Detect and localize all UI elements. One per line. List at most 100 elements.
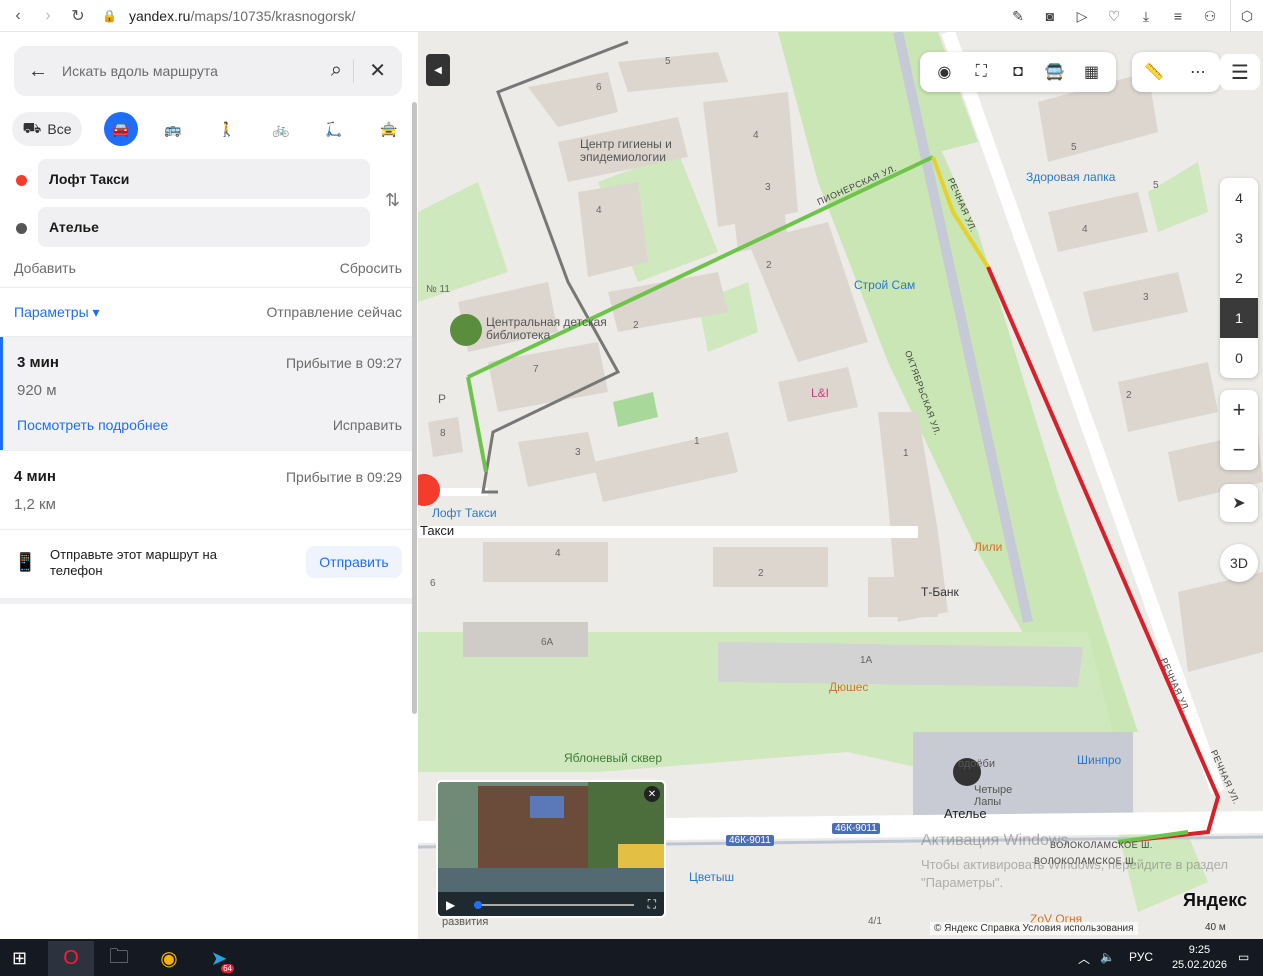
mode-all[interactable]: ⛟ Все bbox=[12, 112, 82, 146]
windows-start-icon[interactable]: ⊞ bbox=[12, 948, 27, 969]
walk-icon[interactable]: 🚶 bbox=[210, 112, 244, 146]
zoom-in-icon[interactable]: + bbox=[1220, 390, 1258, 430]
heart-icon[interactable]: ♡ bbox=[1098, 0, 1130, 32]
route-to-field[interactable]: Ателье bbox=[38, 207, 370, 247]
map-label: № 11 bbox=[426, 284, 450, 295]
layers-icon[interactable]: ▦ bbox=[1078, 62, 1106, 82]
fullscreen-icon[interactable]: ⛶ bbox=[648, 897, 656, 912]
send-button[interactable]: Отправить bbox=[306, 546, 402, 578]
box-icon[interactable]: ⬡ bbox=[1231, 0, 1263, 32]
clock[interactable]: 9:25 25.02.2026 bbox=[1172, 943, 1227, 973]
video-progress-bar[interactable] bbox=[474, 901, 634, 909]
poi-label[interactable]: Шинпро bbox=[1077, 753, 1121, 767]
ruler-icon[interactable]: 📏 bbox=[1140, 62, 1168, 82]
back-arrow-icon[interactable]: ‹ bbox=[6, 4, 30, 28]
map-footer-links[interactable]: © Яндекс Справка Условия использования bbox=[930, 922, 1138, 935]
scooter-icon[interactable]: 🛴 bbox=[317, 112, 351, 146]
route-fix-link[interactable]: Исправить bbox=[333, 417, 402, 433]
route-option-1[interactable]: 3 мин 920 м Прибытие в 09:27 Посмотреть … bbox=[0, 337, 412, 450]
route-distance: 920 м bbox=[17, 382, 57, 399]
floor-0[interactable]: 0 bbox=[1220, 338, 1258, 378]
download-icon[interactable]: ⤓ bbox=[1130, 0, 1162, 32]
close-icon[interactable]: ✕ bbox=[644, 786, 660, 802]
parameters-dropdown[interactable]: Параметры ▾ bbox=[14, 304, 100, 321]
locate-me-icon[interactable]: ➤ bbox=[1220, 484, 1258, 522]
sidebar-scrollbar[interactable] bbox=[412, 102, 417, 714]
route-details-link[interactable]: Посмотреть подробнее bbox=[17, 417, 168, 433]
toggle-3d-button[interactable]: 3D bbox=[1220, 544, 1258, 582]
library-photo-marker bbox=[450, 314, 482, 346]
map-layer-icon[interactable]: ◉ bbox=[930, 62, 958, 82]
bus-icon[interactable]: 🚌 bbox=[156, 112, 190, 146]
poi-label[interactable]: Лили bbox=[974, 540, 1002, 554]
swap-icon[interactable]: ⇅ bbox=[385, 190, 400, 211]
close-icon[interactable]: ✕ bbox=[369, 58, 386, 83]
bus-icon[interactable]: 🚍 bbox=[1041, 62, 1069, 82]
bicycle-icon[interactable]: 🚲 bbox=[264, 112, 298, 146]
opera-icon[interactable]: O bbox=[48, 941, 94, 976]
building bbox=[618, 52, 728, 92]
hamburger-menu-icon[interactable]: ☰ bbox=[1220, 54, 1260, 90]
poi-label[interactable]: Строй Сам bbox=[854, 278, 915, 292]
poi-label[interactable]: Яблоневый сквер bbox=[564, 751, 662, 765]
file-manager-icon[interactable]: 🗀 bbox=[96, 941, 142, 976]
zoom-out-icon[interactable]: − bbox=[1220, 430, 1258, 470]
poi-label: одоёби bbox=[958, 758, 995, 770]
building bbox=[1048, 192, 1148, 252]
forward-arrow-icon[interactable]: › bbox=[36, 4, 60, 28]
poi-label[interactable]: Дюшес bbox=[829, 680, 868, 694]
reload-icon[interactable]: ↻ bbox=[66, 4, 90, 28]
camera-icon[interactable]: ◘ bbox=[1004, 63, 1032, 81]
departure-time[interactable]: Отправление сейчас bbox=[267, 304, 402, 320]
poi-label[interactable]: Ателье bbox=[944, 806, 987, 821]
edit-icon[interactable]: ✎ bbox=[1002, 0, 1034, 32]
route-option-2[interactable]: 4 мин 1,2 км Прибытие в 09:29 bbox=[0, 451, 412, 529]
floor-2[interactable]: 2 bbox=[1220, 258, 1258, 298]
route-search-input[interactable] bbox=[62, 63, 312, 79]
search-icon[interactable]: ⌕ bbox=[331, 59, 342, 82]
collapse-sidebar-button[interactable]: ◀ bbox=[426, 54, 450, 86]
poi-label[interactable]: Центр гигиены и эпидемиологии bbox=[580, 138, 690, 164]
browser-toolbar: ‹ › ↻ 🔒 yandex.ru/maps/10735/krasnogorsk… bbox=[0, 0, 1263, 32]
yandex-logo: Яндекс bbox=[1183, 890, 1248, 910]
language-indicator[interactable]: РУС bbox=[1129, 950, 1153, 964]
poi-label[interactable]: Т-Банк bbox=[921, 585, 959, 599]
menu-lines-icon[interactable]: ≡ bbox=[1162, 0, 1194, 32]
address-bar[interactable]: 🔒 yandex.ru/maps/10735/krasnogorsk/ bbox=[102, 8, 355, 24]
camera-icon[interactable]: ◙ bbox=[1034, 0, 1066, 32]
route-sidebar: ← ⌕ ✕ ⛟ Все 🚘 🚌 🚶 🚲 🛴 🚖 Лофт Такси Атель… bbox=[0, 32, 418, 939]
poi-label[interactable]: Четыре Лапы bbox=[974, 784, 1034, 808]
tray-chevron-icon[interactable]: ︿ bbox=[1078, 950, 1090, 967]
panorama-video-preview[interactable]: ✕ ▶ ⛶ bbox=[436, 780, 666, 918]
floor-3[interactable]: 3 bbox=[1220, 218, 1258, 258]
map-view[interactable]: ◀ ◉ ⛶ ◘ 🚍 ▦ 📏 ⋯ ☰ 4 3 2 1 0 + − ➤ 3D Цен… bbox=[418, 32, 1263, 939]
route-from-field[interactable]: Лофт Такси bbox=[38, 159, 370, 199]
telegram-icon[interactable]: ➤ 64 bbox=[196, 941, 242, 976]
car-icon[interactable]: 🚘 bbox=[104, 112, 138, 146]
back-arrow-icon[interactable]: ← bbox=[14, 60, 62, 83]
poi-label[interactable]: Центральная детская библиотека bbox=[486, 316, 616, 342]
poi-label[interactable]: Здоровая лапка bbox=[1026, 170, 1115, 184]
chrome-icon[interactable]: ◉ bbox=[146, 941, 192, 976]
user-icon[interactable]: ⚇ bbox=[1194, 0, 1226, 32]
building bbox=[578, 182, 648, 277]
poi-label[interactable]: Лофт Такси bbox=[432, 506, 497, 520]
house-number: 7 bbox=[533, 364, 539, 375]
poi-label[interactable]: Цветыш bbox=[689, 870, 734, 884]
floor-4[interactable]: 4 bbox=[1220, 178, 1258, 218]
send-icon[interactable]: ▷ bbox=[1066, 0, 1098, 32]
taxi-icon[interactable]: 🚖 bbox=[372, 112, 406, 146]
notification-icon[interactable]: ▭ bbox=[1238, 950, 1249, 964]
house-number: 6 bbox=[430, 578, 436, 589]
sport-field bbox=[613, 392, 658, 427]
more-icon[interactable]: ⋯ bbox=[1184, 62, 1212, 82]
floor-1[interactable]: 1 bbox=[1220, 298, 1258, 338]
building bbox=[718, 642, 1083, 687]
add-point-link[interactable]: Добавить bbox=[14, 260, 76, 276]
poi-label[interactable]: L&I bbox=[811, 386, 829, 400]
panorama-icon[interactable]: ⛶ bbox=[967, 63, 995, 81]
reset-link[interactable]: Сбросить bbox=[340, 260, 402, 276]
volume-icon[interactable]: 🔈 bbox=[1100, 950, 1115, 964]
play-icon[interactable]: ▶ bbox=[446, 898, 455, 912]
progress-thumb[interactable] bbox=[474, 901, 482, 909]
